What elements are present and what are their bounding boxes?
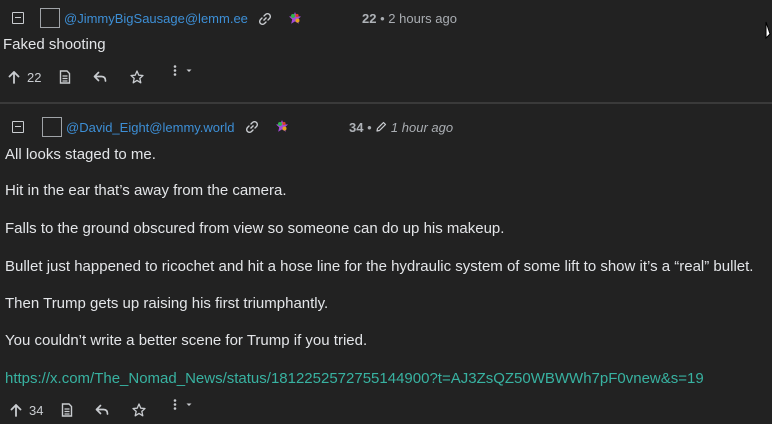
score: 22 [362,11,377,26]
reply-icon[interactable] [93,71,107,83]
comment-body-line: Falls to the ground obscured from view s… [5,220,505,237]
save-icon[interactable] [130,70,144,84]
comment-body-line: All looks staged to me. [5,146,156,163]
username-link[interactable]: @David_Eight@lemmy.world [66,120,234,135]
collapse-icon[interactable] [12,121,24,133]
comment-body-line: Hit in the ear that’s away from the came… [5,182,287,199]
comment-body-line: Bullet just happened to ricochet and hit… [5,258,754,275]
meta-separator: • [380,11,385,26]
upvote-icon [8,71,20,84]
comment-divider [0,102,772,104]
view-source-icon[interactable] [59,70,71,84]
view-source-icon[interactable] [61,403,73,417]
upvote-count: 34 [29,403,44,418]
upvote-button[interactable]: 34 [10,403,50,419]
edit-pencil-icon [376,121,387,132]
avatar[interactable] [40,8,60,28]
comment-body-line: You couldn’t write a better scene for Tr… [5,332,368,349]
timestamp[interactable]: 2 hours ago [388,11,457,26]
comment-meta: 34 • 1 hour ago [349,120,453,135]
avatar[interactable] [42,117,62,137]
collapse-icon[interactable] [12,12,24,24]
timestamp[interactable]: 1 hour ago [391,120,453,135]
instance-badge-icon [276,120,288,132]
meta-separator: • [367,120,372,135]
username-link[interactable]: @JimmyBigSausage@lemm.ee [64,11,248,26]
reply-icon[interactable] [95,404,109,416]
more-options-icon[interactable] [172,398,194,412]
copy-link-icon[interactable] [245,120,259,134]
comment-meta: 22 • 2 hours ago [362,11,457,26]
score: 34 [349,120,364,135]
copy-link-icon[interactable] [258,12,272,26]
comment-body-line: Then Trump gets up raising his first tri… [5,295,329,312]
upvote-button[interactable]: 22 [8,70,48,86]
save-icon[interactable] [132,403,146,417]
upvote-count: 22 [27,70,42,85]
more-options-icon[interactable] [172,64,194,78]
instance-badge-icon [289,12,301,24]
upvote-icon [10,404,22,417]
external-link[interactable]: https://x.com/The_Nomad_News/status/1812… [5,370,704,387]
cursor-icon [765,21,771,40]
comment-body-line: Faked shooting [3,36,106,53]
